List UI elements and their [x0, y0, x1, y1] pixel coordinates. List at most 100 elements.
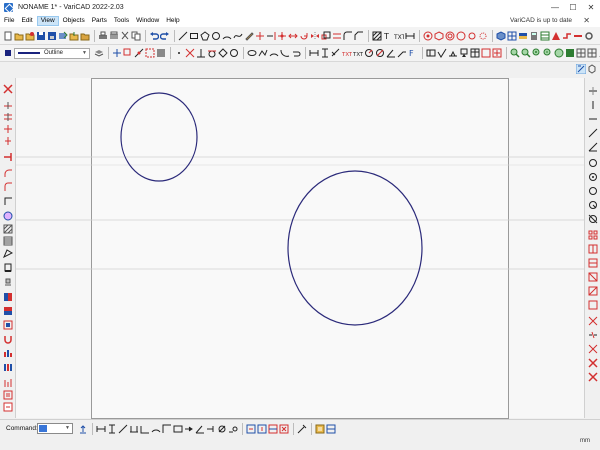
arc-corner-icon[interactable]: [3, 168, 13, 178]
hatch-pattern-icon[interactable]: [3, 236, 13, 246]
dim-arc-icon[interactable]: [151, 424, 161, 434]
columns-icon[interactable]: [3, 362, 13, 372]
vertical-line-icon[interactable]: [3, 136, 13, 146]
cut-object-icon[interactable]: [588, 344, 598, 354]
undo-step-icon[interactable]: [291, 48, 301, 58]
ellipse-icon[interactable]: [247, 48, 257, 58]
detail-icon[interactable]: [3, 320, 13, 330]
pipes-icon[interactable]: [573, 31, 583, 41]
dim-style-icon[interactable]: [268, 424, 278, 434]
polygon-icon[interactable]: [200, 30, 210, 41]
minimize-button[interactable]: —: [546, 0, 564, 15]
settings-icon[interactable]: [584, 31, 594, 41]
section-2-icon[interactable]: [3, 306, 13, 316]
dim-diameter-tool-icon[interactable]: [217, 424, 227, 434]
dim-table-icon[interactable]: [173, 424, 183, 434]
menu-view[interactable]: View: [36, 16, 59, 26]
dim-edit-icon[interactable]: [246, 424, 256, 434]
arc-icon[interactable]: [222, 31, 232, 41]
dim-horizontal-icon[interactable]: [309, 48, 319, 58]
folder-settings-icon[interactable]: [80, 31, 90, 41]
bolt-icon[interactable]: [423, 31, 433, 41]
horizontal-line-icon[interactable]: [3, 100, 13, 110]
view-grid-icon[interactable]: [576, 48, 586, 58]
dimension-icon[interactable]: [405, 31, 415, 41]
dim-leader-icon[interactable]: [206, 424, 216, 434]
command-input[interactable]: ▼: [37, 423, 73, 434]
layers-icon[interactable]: [518, 31, 528, 41]
zoom-all-icon[interactable]: [510, 48, 520, 58]
dim-move-icon[interactable]: [257, 424, 267, 434]
menu-parts[interactable]: Parts: [89, 16, 110, 26]
offset-icon[interactable]: [332, 31, 342, 41]
corner-arc-icon[interactable]: [3, 182, 13, 192]
select-ellipse-icon[interactable]: [588, 186, 598, 196]
select-tangent-icon[interactable]: [588, 214, 598, 224]
undo-icon[interactable]: [149, 31, 160, 41]
arrow-right-icon[interactable]: [184, 424, 194, 434]
hatch-icon[interactable]: [372, 31, 382, 41]
menu-help[interactable]: Help: [163, 16, 182, 26]
color-wheel-icon[interactable]: [3, 211, 13, 221]
spline-icon[interactable]: [233, 31, 243, 41]
dot-icon[interactable]: [174, 48, 184, 58]
dim-linear-icon[interactable]: [96, 424, 106, 434]
dim-radius-icon[interactable]: [364, 48, 374, 58]
tolerance-icon[interactable]: [426, 48, 436, 58]
dim-delete-icon[interactable]: [279, 424, 289, 434]
dim-text-2-icon[interactable]: TXT: [352, 48, 364, 58]
snap-end-icon[interactable]: [123, 48, 133, 58]
stretch-icon[interactable]: [588, 272, 598, 282]
redo-icon[interactable]: [159, 31, 170, 41]
join-icon[interactable]: [588, 300, 598, 310]
new-file-icon[interactable]: [3, 31, 13, 41]
select-vertical-icon[interactable]: [588, 100, 598, 110]
roughness-icon[interactable]: [437, 48, 447, 58]
upload-icon[interactable]: [78, 424, 88, 434]
snap-tangent-icon[interactable]: [207, 48, 217, 58]
fill-icon[interactable]: [3, 262, 13, 272]
block-icon[interactable]: [481, 48, 491, 58]
dim-ordinate-icon[interactable]: [162, 424, 172, 434]
weld-icon[interactable]: [448, 48, 458, 58]
mirror-icon[interactable]: [310, 31, 320, 41]
3d-mode-icon[interactable]: [587, 64, 597, 74]
menu-file[interactable]: File: [1, 16, 17, 26]
open-file-icon[interactable]: [14, 31, 24, 41]
pin-icon[interactable]: [467, 31, 477, 41]
line-style-select[interactable]: Outline ▼: [14, 47, 90, 59]
pan-icon[interactable]: [554, 48, 564, 58]
area-icon[interactable]: [3, 248, 14, 259]
snap-intersection-icon[interactable]: [185, 48, 195, 58]
menu-objects[interactable]: Objects: [60, 16, 88, 26]
snap-point-icon[interactable]: [112, 48, 122, 58]
sheet-metal-icon[interactable]: [562, 31, 572, 41]
polyline-icon[interactable]: [258, 48, 268, 58]
layer-icon[interactable]: [94, 48, 104, 58]
properties-icon[interactable]: [3, 402, 13, 412]
perpendicular-icon[interactable]: [3, 152, 13, 162]
rectangle-icon[interactable]: [189, 31, 199, 41]
snap-perpendicular-icon[interactable]: [196, 48, 206, 58]
rotate-icon[interactable]: [299, 31, 309, 41]
dim-slope-icon[interactable]: [118, 424, 128, 434]
properties-panel-icon[interactable]: [315, 424, 325, 434]
array-polar-icon[interactable]: [588, 258, 598, 268]
explode-icon[interactable]: [588, 286, 598, 296]
symbol-icon[interactable]: F: [408, 48, 418, 58]
circle-icon[interactable]: [211, 31, 221, 41]
select-slope-icon[interactable]: [588, 128, 598, 138]
snap-middle-icon[interactable]: [134, 48, 144, 58]
snap-nearest-icon[interactable]: [229, 48, 239, 58]
2d-mode-icon[interactable]: [575, 63, 587, 75]
move-icon[interactable]: [277, 31, 287, 41]
save-as-icon[interactable]: [47, 31, 57, 41]
select-angle-icon[interactable]: [588, 142, 598, 152]
select-line-icon[interactable]: [588, 86, 598, 96]
menu-window[interactable]: Window: [133, 16, 162, 26]
close-button[interactable]: ✕: [582, 0, 600, 15]
select-circle-icon[interactable]: [588, 158, 598, 168]
drawing-sheet[interactable]: [91, 78, 509, 419]
fillet-icon[interactable]: [343, 31, 353, 41]
3d-view-icon[interactable]: [496, 30, 506, 41]
